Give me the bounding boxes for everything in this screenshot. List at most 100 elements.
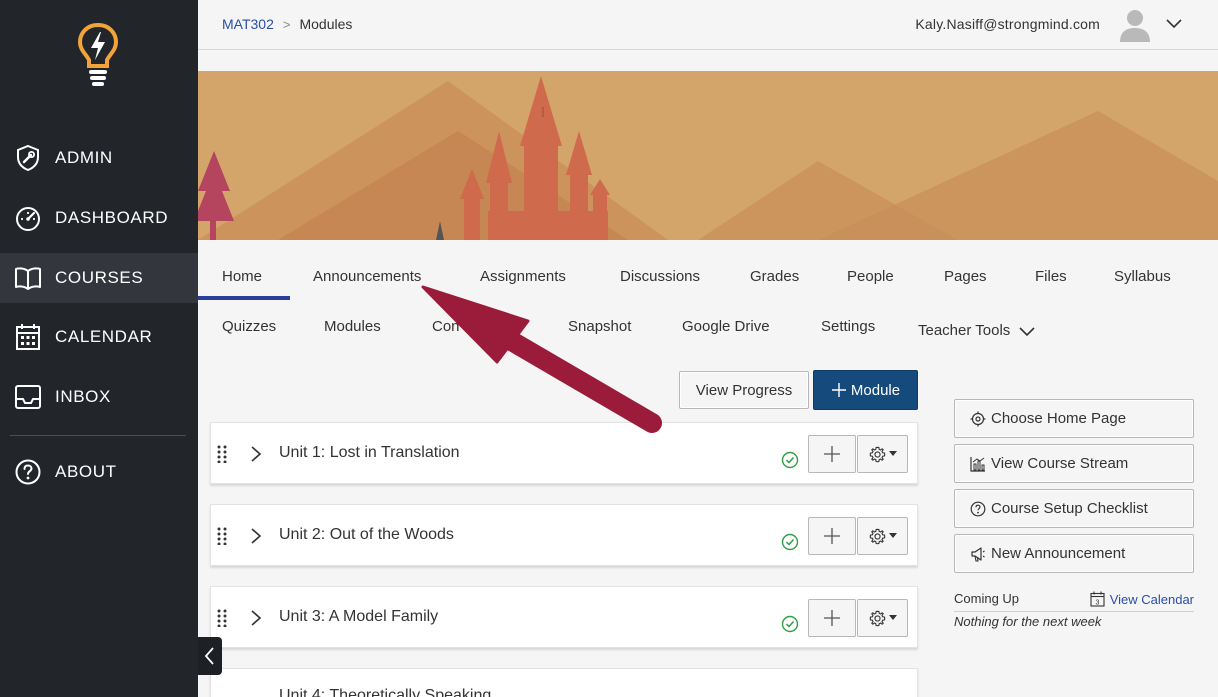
gear-icon xyxy=(869,610,885,626)
chevron-right-icon[interactable] xyxy=(249,445,263,463)
drag-handle-icon[interactable] xyxy=(217,527,227,545)
add-item-button[interactable] xyxy=(808,435,856,473)
calendar-icon xyxy=(14,323,42,351)
coming-up-header: Coming Up 3 View Calendar xyxy=(954,590,1194,612)
tab-pages[interactable]: Pages xyxy=(944,268,987,285)
add-module-button[interactable]: Module xyxy=(813,370,918,410)
tab-syllabus[interactable]: Syllabus xyxy=(1114,268,1171,285)
side-action-label: Choose Home Page xyxy=(991,410,1127,427)
published-check-icon[interactable] xyxy=(781,533,799,551)
sidebar-item-calendar[interactable]: CALENDAR xyxy=(0,312,198,362)
chevron-down-icon[interactable] xyxy=(1165,16,1183,30)
tab-snapshot[interactable]: Snapshot xyxy=(568,318,631,335)
view-calendar-link[interactable]: 3 View Calendar xyxy=(1090,591,1194,607)
tab-google-drive[interactable]: Google Drive xyxy=(682,318,770,335)
tab-grades[interactable]: Grades xyxy=(750,268,799,285)
speedometer-icon xyxy=(14,204,42,232)
drag-handle-icon[interactable] xyxy=(217,445,227,463)
add-module-label: Module xyxy=(850,381,901,399)
tab-people[interactable]: People xyxy=(847,268,894,285)
side-action-label: Course Setup Checklist xyxy=(991,500,1148,517)
module-row[interactable]: Unit 1: Lost in Translation xyxy=(210,422,918,484)
active-tab-indicator xyxy=(198,296,290,300)
module-row[interactable]: Unit 2: Out of the Woods xyxy=(210,504,918,566)
sidebar-item-inbox[interactable]: INBOX xyxy=(0,372,198,422)
course-nav-tabs: Home Announcements Assignments Discussio… xyxy=(198,240,1218,360)
view-progress-label: View Progress xyxy=(695,381,793,399)
sidebar-item-label: ADMIN xyxy=(55,148,113,167)
sidebar-item-label: DASHBOARD xyxy=(55,208,169,227)
sidebar-item-label: INBOX xyxy=(55,387,111,406)
inbox-icon xyxy=(14,383,42,411)
sidebar-divider xyxy=(10,435,186,436)
tab-home[interactable]: Home xyxy=(222,268,262,285)
published-check-icon[interactable] xyxy=(781,451,799,469)
tab-teacher-tools[interactable]: Teacher Tools xyxy=(918,322,1036,339)
module-settings-button[interactable] xyxy=(857,599,908,637)
question-circle-icon xyxy=(969,500,987,518)
gear-icon xyxy=(869,528,885,544)
tab-quizzes[interactable]: Quizzes xyxy=(222,318,276,335)
module-row[interactable]: Unit 4: Theoretically Speaking xyxy=(210,668,918,697)
breadcrumb-course-link[interactable]: MAT302 xyxy=(222,16,274,32)
module-title[interactable]: Unit 2: Out of the Woods xyxy=(279,526,454,544)
user-email[interactable]: Kaly.Nasiff@strongmind.com xyxy=(915,16,1100,32)
module-settings-button[interactable] xyxy=(857,435,908,473)
tab-assignments[interactable]: Assignments xyxy=(480,268,566,285)
tab-conferences[interactable]: Con xyxy=(432,318,460,335)
new-announcement-button[interactable]: New Announcement xyxy=(954,534,1194,573)
book-icon xyxy=(14,264,42,292)
caret-down-icon xyxy=(888,451,897,456)
view-progress-button[interactable]: View Progress xyxy=(679,371,809,409)
plus-icon xyxy=(824,446,840,462)
sidebar-item-dashboard[interactable]: DASHBOARD xyxy=(0,193,198,243)
drag-handle-icon[interactable] xyxy=(217,609,227,627)
tab-modules[interactable]: Modules xyxy=(324,318,381,335)
lightbulb-logo-icon[interactable] xyxy=(76,22,120,88)
megaphone-icon xyxy=(969,545,987,563)
breadcrumb-separator: > xyxy=(282,16,291,32)
module-settings-button[interactable] xyxy=(857,517,908,555)
chevron-right-icon[interactable] xyxy=(249,609,263,627)
add-item-button[interactable] xyxy=(808,599,856,637)
module-title[interactable]: Unit 1: Lost in Translation xyxy=(279,444,460,462)
sidebar-item-admin[interactable]: ADMIN xyxy=(0,133,198,183)
shield-wrench-icon xyxy=(14,144,42,172)
chevron-right-icon[interactable] xyxy=(249,527,263,545)
app: ADMIN DASHBOARD COURSES CALENDAR INBOX A… xyxy=(0,0,1218,697)
tab-settings[interactable]: Settings xyxy=(821,318,875,335)
sidebar-item-about[interactable]: ABOUT xyxy=(0,447,198,497)
side-action-label: New Announcement xyxy=(991,545,1126,562)
chevron-down-icon xyxy=(1019,326,1035,336)
target-icon xyxy=(969,410,987,428)
module-title[interactable]: Unit 3: A Model Family xyxy=(279,608,438,626)
bar-chart-icon xyxy=(969,455,987,473)
tab-files[interactable]: Files xyxy=(1035,268,1067,285)
add-item-button[interactable] xyxy=(808,517,856,555)
side-action-label: View Course Stream xyxy=(991,455,1129,472)
tab-discussions[interactable]: Discussions xyxy=(620,268,700,285)
plus-icon xyxy=(824,528,840,544)
caret-down-icon xyxy=(888,615,897,620)
question-circle-icon xyxy=(14,458,42,486)
view-course-stream-button[interactable]: View Course Stream xyxy=(954,444,1194,483)
top-header: MAT302 > Modules Kaly.Nasiff@strongmind.… xyxy=(198,0,1218,50)
course-setup-checklist-button[interactable]: Course Setup Checklist xyxy=(954,489,1194,528)
sidebar-item-label: CALENDAR xyxy=(55,327,153,346)
sidebar-item-courses[interactable]: COURSES xyxy=(0,253,198,303)
avatar-icon[interactable] xyxy=(1119,8,1151,42)
view-calendar-label: View Calendar xyxy=(1109,591,1194,607)
chevron-left-icon xyxy=(204,647,214,665)
breadcrumb-current: Modules xyxy=(299,16,353,32)
tab-announcements[interactable]: Announcements xyxy=(313,268,421,285)
coming-up-empty-text: Nothing for the next week xyxy=(954,614,1102,629)
collapse-sidebar-button[interactable] xyxy=(198,637,222,675)
calendar-icon: 3 xyxy=(1090,591,1105,607)
choose-home-page-button[interactable]: Choose Home Page xyxy=(954,399,1194,438)
caret-down-icon xyxy=(888,533,897,538)
module-row[interactable]: Unit 3: A Model Family xyxy=(210,586,918,648)
plus-icon xyxy=(824,610,840,626)
course-banner-image xyxy=(198,71,1218,240)
published-check-icon[interactable] xyxy=(781,615,799,633)
module-title[interactable]: Unit 4: Theoretically Speaking xyxy=(279,687,491,697)
